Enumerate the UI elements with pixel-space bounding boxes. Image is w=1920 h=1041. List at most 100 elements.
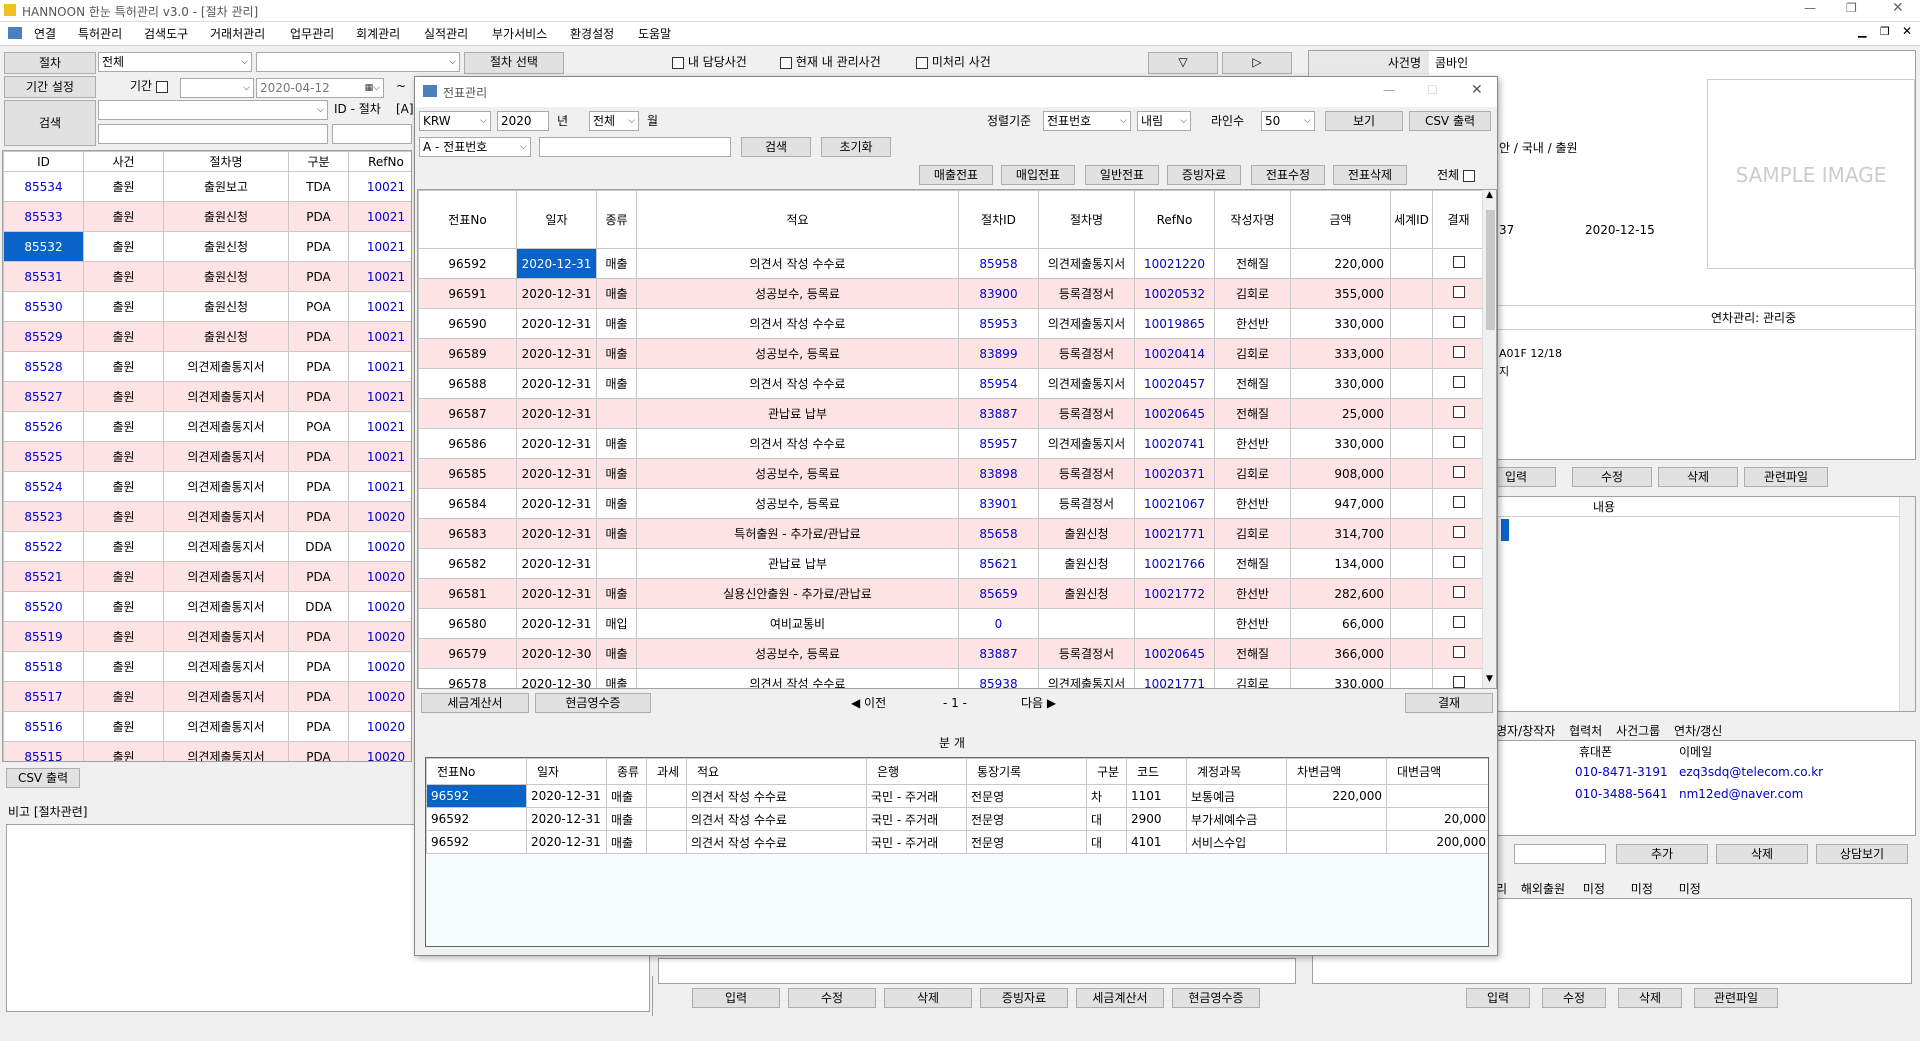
cell-refno[interactable]: 10021	[348, 381, 411, 412]
table-row[interactable]: 85525 출원 의견제출통지서 PDA 10021	[3, 441, 411, 472]
table-row[interactable]: 96587 2020-12-31 관납료 납부 83887 등록결정서 10020645 전…	[418, 398, 1485, 429]
cell-refno[interactable]: 10020	[348, 711, 411, 742]
bottom-tax-invoice-button[interactable]: 세금계산서	[1076, 988, 1164, 1008]
scroll-up-icon[interactable]: ▲	[1486, 190, 1493, 200]
cell-kind[interactable]: 매출	[596, 518, 637, 549]
menu-item-accounting[interactable]: 회계관리	[356, 25, 400, 42]
split-cell-account[interactable]: 서비스수입	[1186, 830, 1287, 854]
cell-procedure-id[interactable]: 85938	[958, 668, 1039, 688]
cell-amount[interactable]: 330,000	[1290, 308, 1391, 339]
cell-type[interactable]: PDA	[288, 201, 349, 232]
table-row[interactable]: 85526 출원 의견제출통지서 POA 10021	[3, 411, 411, 442]
procedure-select[interactable]: 전체 ⌵	[98, 52, 252, 72]
cell-refno[interactable]: 10020	[348, 621, 411, 652]
cell-type[interactable]: PDA	[288, 501, 349, 532]
cell-kind[interactable]	[596, 548, 637, 579]
bottom-cash-receipt-button[interactable]: 현금영수증	[1172, 988, 1260, 1008]
split-cell-passbook[interactable]: 전문영	[966, 807, 1087, 831]
cell-id[interactable]: 85524	[3, 471, 84, 502]
table-row[interactable]: 85527 출원 의견제출통지서 PDA 10021	[3, 381, 411, 412]
cell-writer[interactable]: 전해질	[1214, 638, 1291, 669]
cash-receipt-button[interactable]: 현금영수증	[535, 693, 651, 713]
table-row[interactable]: 96592 2020-12-31 매출 의견서 작성 수수료 국민 - 주거래 전문영 차 1…	[426, 784, 1488, 808]
col-header-tax-id[interactable]: 세계ID	[1390, 190, 1433, 249]
cell-summary[interactable]: 특허출원 - 추가료/관납료	[636, 518, 959, 549]
cell-summary[interactable]: 여비교통비	[636, 608, 959, 639]
col-header-refno[interactable]: RefNo	[348, 151, 411, 172]
cell-summary[interactable]: 성공보수, 등록료	[636, 488, 959, 519]
cell-writer[interactable]: 김회로	[1214, 668, 1291, 688]
tab-partner[interactable]: 협력처	[1569, 724, 1602, 738]
split-cell-debit[interactable]: 220,000	[1286, 784, 1387, 808]
cell-procedure[interactable]: 출원보고	[163, 171, 289, 202]
cell-refno[interactable]: 10021	[348, 231, 411, 262]
cell-case[interactable]: 출원	[83, 711, 164, 742]
cell-type[interactable]: PDA	[288, 231, 349, 262]
cell-voucher-no[interactable]: 96579	[418, 638, 517, 669]
search-type-select[interactable]: ⌵	[98, 100, 328, 120]
app-menu-icon[interactable]	[8, 27, 22, 39]
cell-type[interactable]: POA	[288, 291, 349, 322]
cell-procedure[interactable]: 의견제출통지서	[163, 711, 289, 742]
cell-summary[interactable]: 실용신안출원 - 추가료/관납료	[636, 578, 959, 609]
dialog-minimize-icon[interactable]: —	[1383, 83, 1395, 97]
cell-procedure[interactable]: 의견제출통지서	[163, 471, 289, 502]
cell-summary[interactable]: 성공보수, 등록료	[636, 338, 959, 369]
cell-date[interactable]: 2020-12-31	[516, 278, 597, 309]
cell-refno[interactable]: 10021	[348, 201, 411, 232]
reset-button[interactable]: 초기화	[821, 137, 891, 157]
table-row[interactable]: 85529 출원 출원신청 PDA 10021	[3, 321, 411, 352]
right-edit-button[interactable]: 수정	[1572, 467, 1652, 487]
cell-case[interactable]: 출원	[83, 621, 164, 652]
split-col-summary[interactable]: 적요	[686, 758, 867, 785]
split-cell-voucher-no[interactable]: 96592	[426, 807, 527, 831]
col-header-procedure-name[interactable]: 절차명	[1038, 190, 1135, 249]
cell-refno[interactable]: 10021771	[1134, 668, 1215, 688]
split-cell-credit[interactable]	[1386, 784, 1488, 808]
table-row[interactable]: 85528 출원 의견제출통지서 PDA 10021	[3, 351, 411, 382]
table-row[interactable]: 85522 출원 의견제출통지서 DDA 10020	[3, 531, 411, 562]
tab-inventor[interactable]: 명자/창작자	[1496, 724, 1555, 738]
cell-kind[interactable]: 매출	[596, 368, 637, 399]
cell-writer[interactable]: 김회로	[1214, 518, 1291, 549]
bottom-input-button[interactable]: 입력	[692, 988, 780, 1008]
approval-checkbox[interactable]	[1452, 676, 1465, 688]
cell-id[interactable]: 85517	[3, 681, 84, 712]
cell-procedure-id[interactable]: 83887	[958, 398, 1039, 429]
cell-writer[interactable]: 한선반	[1214, 308, 1291, 339]
col-header-case[interactable]: 사건	[83, 151, 164, 172]
checkbox-icon[interactable]	[780, 56, 792, 69]
cell-procedure-name[interactable]: 출원신청	[1038, 518, 1135, 549]
approval-checkbox[interactable]	[1452, 556, 1465, 568]
cell-procedure-id[interactable]: 83898	[958, 458, 1039, 489]
table-row[interactable]: 96586 2020-12-31 매출 의견서 작성 수수료 85957 의견제출통지서 1…	[418, 428, 1485, 459]
cell-type[interactable]: POA	[288, 411, 349, 442]
cell-case[interactable]: 출원	[83, 681, 164, 712]
cell-amount[interactable]: 314,700	[1290, 518, 1391, 549]
dialog-maximize-icon[interactable]: ☐	[1427, 83, 1438, 97]
split-col-tax[interactable]: 과세	[646, 758, 687, 785]
purchase-voucher-button[interactable]: 매입전표	[1001, 165, 1075, 185]
expand-down-button[interactable]: ▽	[1148, 52, 1218, 74]
approval-checkbox[interactable]	[1452, 586, 1465, 598]
cell-refno[interactable]: 10020	[348, 561, 411, 592]
cell-date[interactable]: 2020-12-31	[516, 368, 597, 399]
cell-id[interactable]: 85530	[3, 291, 84, 322]
cell-writer[interactable]: 한선반	[1214, 428, 1291, 459]
cell-type[interactable]: PDA	[288, 321, 349, 352]
split-col-code[interactable]: 코드	[1126, 758, 1187, 785]
scroll-down-icon[interactable]: ▼	[1486, 674, 1493, 684]
table-row[interactable]: 96591 2020-12-31 매출 성공보수, 등록료 83900 등록결정서 1002…	[418, 278, 1485, 309]
cell-id[interactable]: 85521	[3, 561, 84, 592]
cell-voucher-no[interactable]: 96589	[418, 338, 517, 369]
period-type-select[interactable]: ⌵	[180, 78, 254, 98]
approval-checkbox[interactable]	[1452, 376, 1465, 388]
cell-type[interactable]: PDA	[288, 621, 349, 652]
cell-type[interactable]: PDA	[288, 261, 349, 292]
cell-voucher-no[interactable]: 96587	[418, 398, 517, 429]
cell-kind[interactable]: 매출	[596, 488, 637, 519]
cell-amount[interactable]: 947,000	[1290, 488, 1391, 519]
cell-refno[interactable]: 10020	[348, 531, 411, 562]
approval-checkbox[interactable]	[1452, 646, 1465, 658]
cell-amount[interactable]: 330,000	[1290, 368, 1391, 399]
